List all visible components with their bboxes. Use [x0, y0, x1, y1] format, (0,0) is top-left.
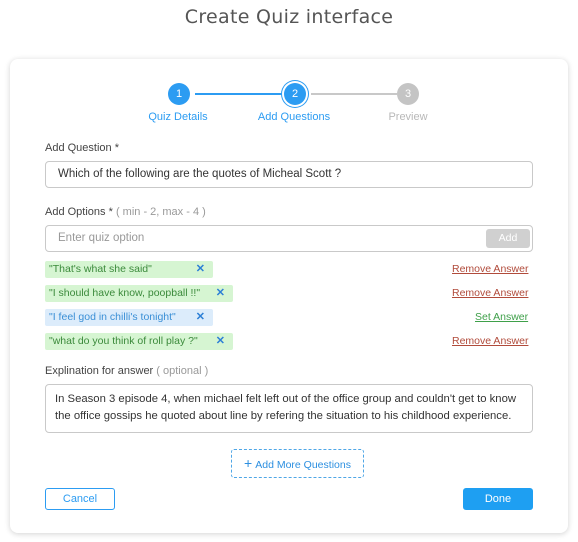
- options-hint: ( min - 2, max - 4 ): [115, 206, 206, 218]
- option-chip: "I feel god in chilli's tonight" ✕: [45, 309, 213, 326]
- step-connector-2: [311, 93, 397, 95]
- option-input[interactable]: Enter quiz option: [45, 225, 533, 252]
- done-button[interactable]: Done: [463, 488, 533, 510]
- close-icon[interactable]: ✕: [216, 285, 225, 302]
- question-label: Add Question *: [45, 142, 119, 154]
- question-input[interactable]: Which of the following are the quotes of…: [45, 161, 533, 188]
- close-icon[interactable]: ✕: [196, 309, 205, 326]
- step-1-label[interactable]: Quiz Details: [128, 111, 228, 123]
- step-2-circle[interactable]: 2: [284, 83, 306, 105]
- option-text: "what do you think of roll play ?": [49, 335, 198, 347]
- option-chip: "what do you think of roll play ?" ✕: [45, 333, 233, 350]
- close-icon[interactable]: ✕: [196, 261, 205, 278]
- explanation-label-text: Explination for answer: [45, 365, 154, 377]
- step-2-label[interactable]: Add Questions: [244, 111, 344, 123]
- add-more-label: Add More Questions: [255, 459, 351, 471]
- explanation-hint: ( optional ): [156, 365, 209, 377]
- cancel-button[interactable]: Cancel: [45, 488, 115, 510]
- step-3-label[interactable]: Preview: [358, 111, 458, 123]
- option-text: "That's what she said": [49, 263, 152, 275]
- options-label-text: Add Options *: [45, 206, 113, 218]
- step-1-circle[interactable]: 1: [168, 83, 190, 105]
- page-title: Create Quiz interface: [184, 6, 394, 28]
- remove-answer-link[interactable]: Remove Answer: [452, 263, 528, 275]
- plus-icon: +: [244, 455, 253, 471]
- close-icon[interactable]: ✕: [216, 333, 225, 350]
- explanation-textarea[interactable]: In Season 3 episode 4, when michael felt…: [45, 384, 533, 433]
- options-label: Add Options * ( min - 2, max - 4 ): [45, 206, 206, 218]
- remove-answer-link[interactable]: Remove Answer: [452, 287, 528, 299]
- set-answer-link[interactable]: Set Answer: [475, 311, 528, 323]
- step-3-circle[interactable]: 3: [397, 83, 419, 105]
- option-chip: "I should have know, poopball !!" ✕: [45, 285, 233, 302]
- step-connector-1: [195, 93, 283, 95]
- option-text: "I feel god in chilli's tonight": [49, 311, 176, 323]
- add-more-questions-button[interactable]: + Add More Questions: [231, 449, 364, 478]
- create-quiz-card: 1 2 3 Quiz Details Add Questions Preview…: [10, 59, 568, 533]
- remove-answer-link[interactable]: Remove Answer: [452, 335, 528, 347]
- option-chip: "That's what she said" ✕: [45, 261, 213, 278]
- explanation-label: Explination for answer ( optional ): [45, 365, 208, 377]
- add-option-button[interactable]: Add: [486, 229, 530, 248]
- option-text: "I should have know, poopball !!": [49, 287, 201, 299]
